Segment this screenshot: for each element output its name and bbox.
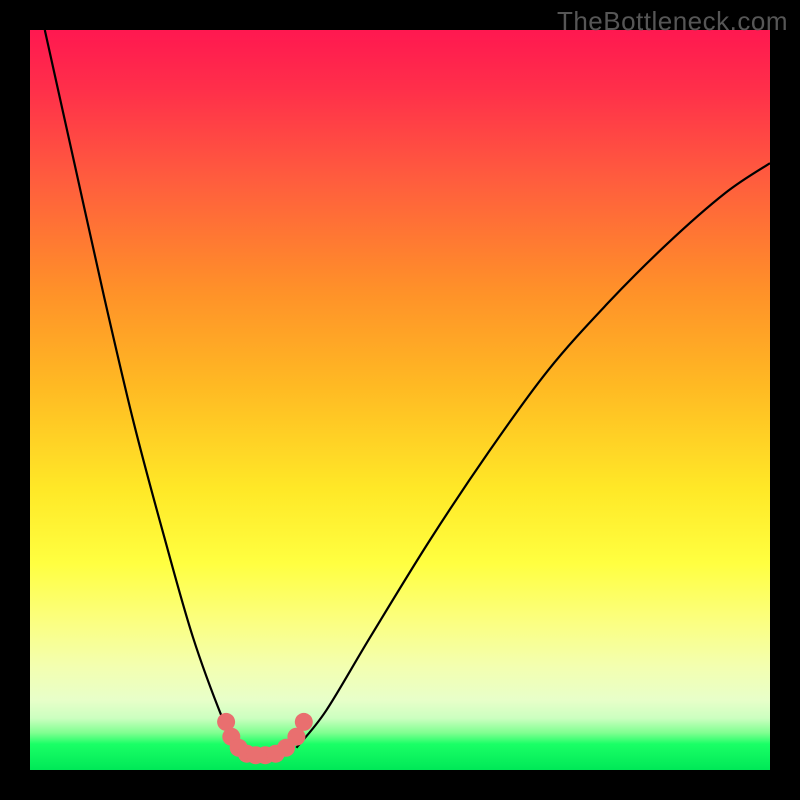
watermark-text: TheBottleneck.com (557, 6, 788, 37)
curves-svg (30, 30, 770, 770)
chart-frame: TheBottleneck.com (0, 0, 800, 800)
curve-left (45, 30, 237, 748)
curve-right (296, 163, 770, 748)
valley-dot (295, 713, 313, 731)
valley-markers (217, 713, 313, 764)
plot-area (30, 30, 770, 770)
